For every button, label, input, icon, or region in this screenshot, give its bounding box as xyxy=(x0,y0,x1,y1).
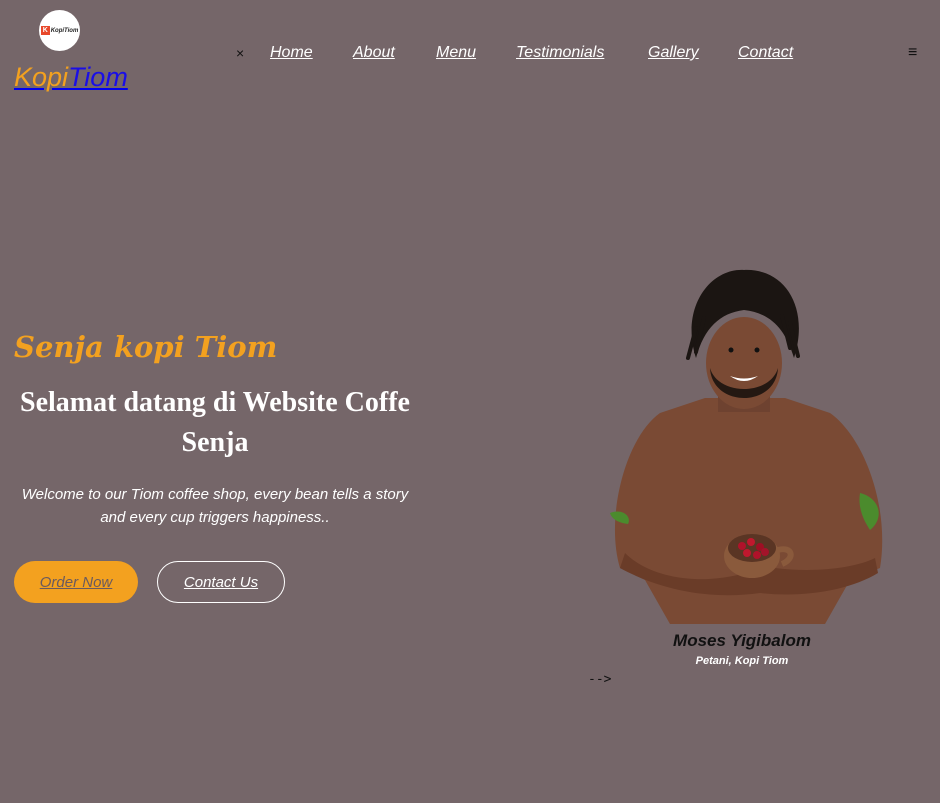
brand-name-tiom: Tiom xyxy=(68,62,128,92)
nav-home[interactable]: Home xyxy=(270,44,313,62)
contact-us-button[interactable]: Contact Us xyxy=(157,561,285,603)
hero-description: Welcome to our Tiom coffee shop, every b… xyxy=(21,486,409,526)
nav-testimonials[interactable]: Testimonials xyxy=(516,44,604,62)
arrow-text: --> xyxy=(588,672,612,687)
farmer-portrait xyxy=(610,269,883,624)
logo-mark: K KopiTiom xyxy=(40,26,79,35)
nav-gallery[interactable]: Gallery xyxy=(648,44,699,62)
nav-about[interactable]: About xyxy=(353,44,395,62)
logo[interactable]: K KopiTiom xyxy=(39,10,80,51)
brand-name-kopi: Kopi xyxy=(14,62,69,92)
brand-link[interactable]: KopiTiom xyxy=(14,61,128,93)
close-icon[interactable]: × xyxy=(236,45,244,61)
farmer-role: Petani, Kopi Tiom xyxy=(695,655,789,667)
hero-title: Selamat datang di Website Coffe Senja xyxy=(20,387,410,458)
hamburger-menu-icon[interactable]: ≡ xyxy=(908,44,917,62)
nav-contact[interactable]: Contact xyxy=(738,44,793,62)
nav-menu[interactable]: Menu xyxy=(436,44,476,62)
farmer-name: Moses Yigibalom xyxy=(673,631,811,650)
logo-text: KopiTiom xyxy=(50,27,79,34)
hero-script-title: Senja kopi Tiom xyxy=(14,330,278,364)
order-now-button[interactable]: Order Now xyxy=(14,561,138,603)
logo-k-icon: K xyxy=(40,26,50,35)
